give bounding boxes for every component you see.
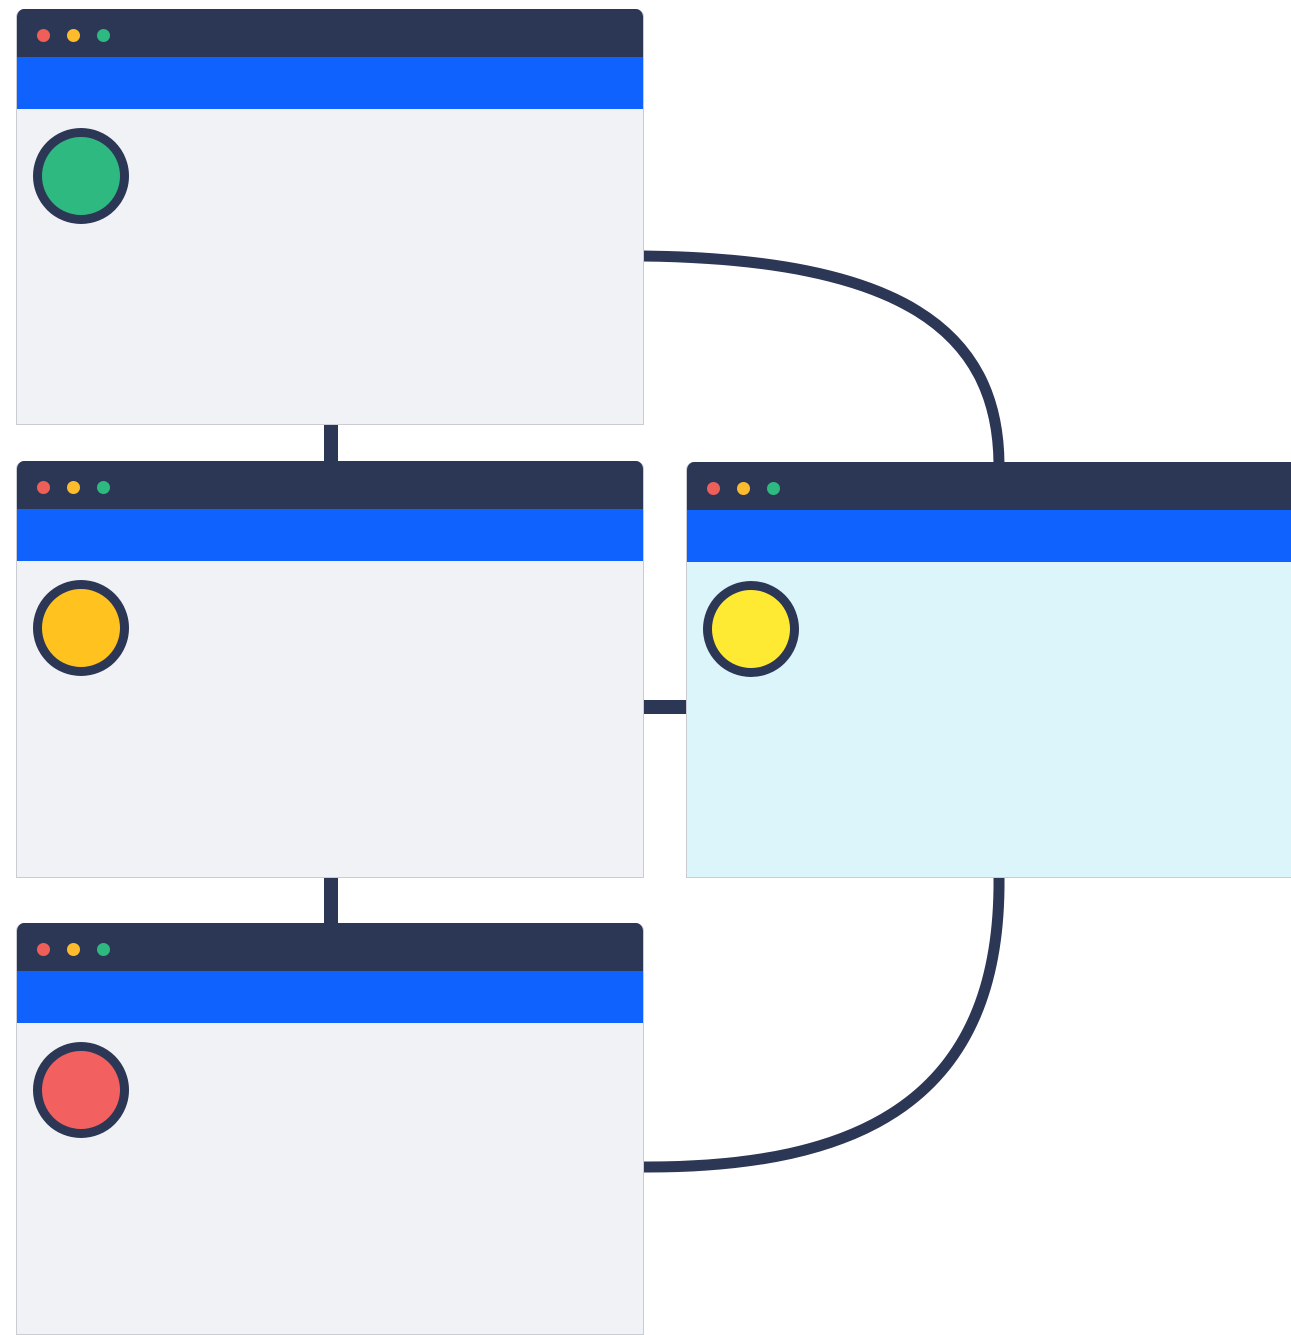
window-content: [687, 562, 1291, 877]
maximize-dot-icon[interactable]: [97, 943, 110, 956]
window-header-band: [17, 971, 643, 1023]
connector-window-1-to-window-4: [642, 250, 1005, 465]
window-header-band: [17, 509, 643, 561]
minimize-dot-icon[interactable]: [67, 943, 80, 956]
maximize-dot-icon[interactable]: [97, 29, 110, 42]
connector-window-3-to-window-4: [642, 877, 1005, 1173]
window-content: [17, 561, 643, 877]
minimize-dot-icon[interactable]: [67, 29, 80, 42]
status-indicator-green: [33, 128, 129, 224]
window-header-band: [687, 510, 1291, 562]
close-dot-icon[interactable]: [707, 482, 720, 495]
status-indicator-orange: [33, 580, 129, 676]
close-dot-icon[interactable]: [37, 481, 50, 494]
status-indicator-red: [33, 1042, 129, 1138]
status-indicator-yellow: [703, 581, 799, 677]
window-header-band: [17, 57, 643, 109]
window-titlebar: [17, 9, 643, 57]
maximize-dot-icon[interactable]: [97, 481, 110, 494]
minimize-dot-icon[interactable]: [67, 481, 80, 494]
close-dot-icon[interactable]: [37, 943, 50, 956]
window-content: [17, 1023, 643, 1334]
maximize-dot-icon[interactable]: [767, 482, 780, 495]
window-content: [17, 109, 643, 424]
window-titlebar: [17, 923, 643, 971]
app-window-4: [686, 462, 1291, 878]
close-dot-icon[interactable]: [37, 29, 50, 42]
window-titlebar: [17, 461, 643, 509]
minimize-dot-icon[interactable]: [737, 482, 750, 495]
app-window-3: [16, 923, 644, 1335]
app-window-2: [16, 461, 644, 878]
window-titlebar: [687, 462, 1291, 510]
app-window-1: [16, 9, 644, 425]
